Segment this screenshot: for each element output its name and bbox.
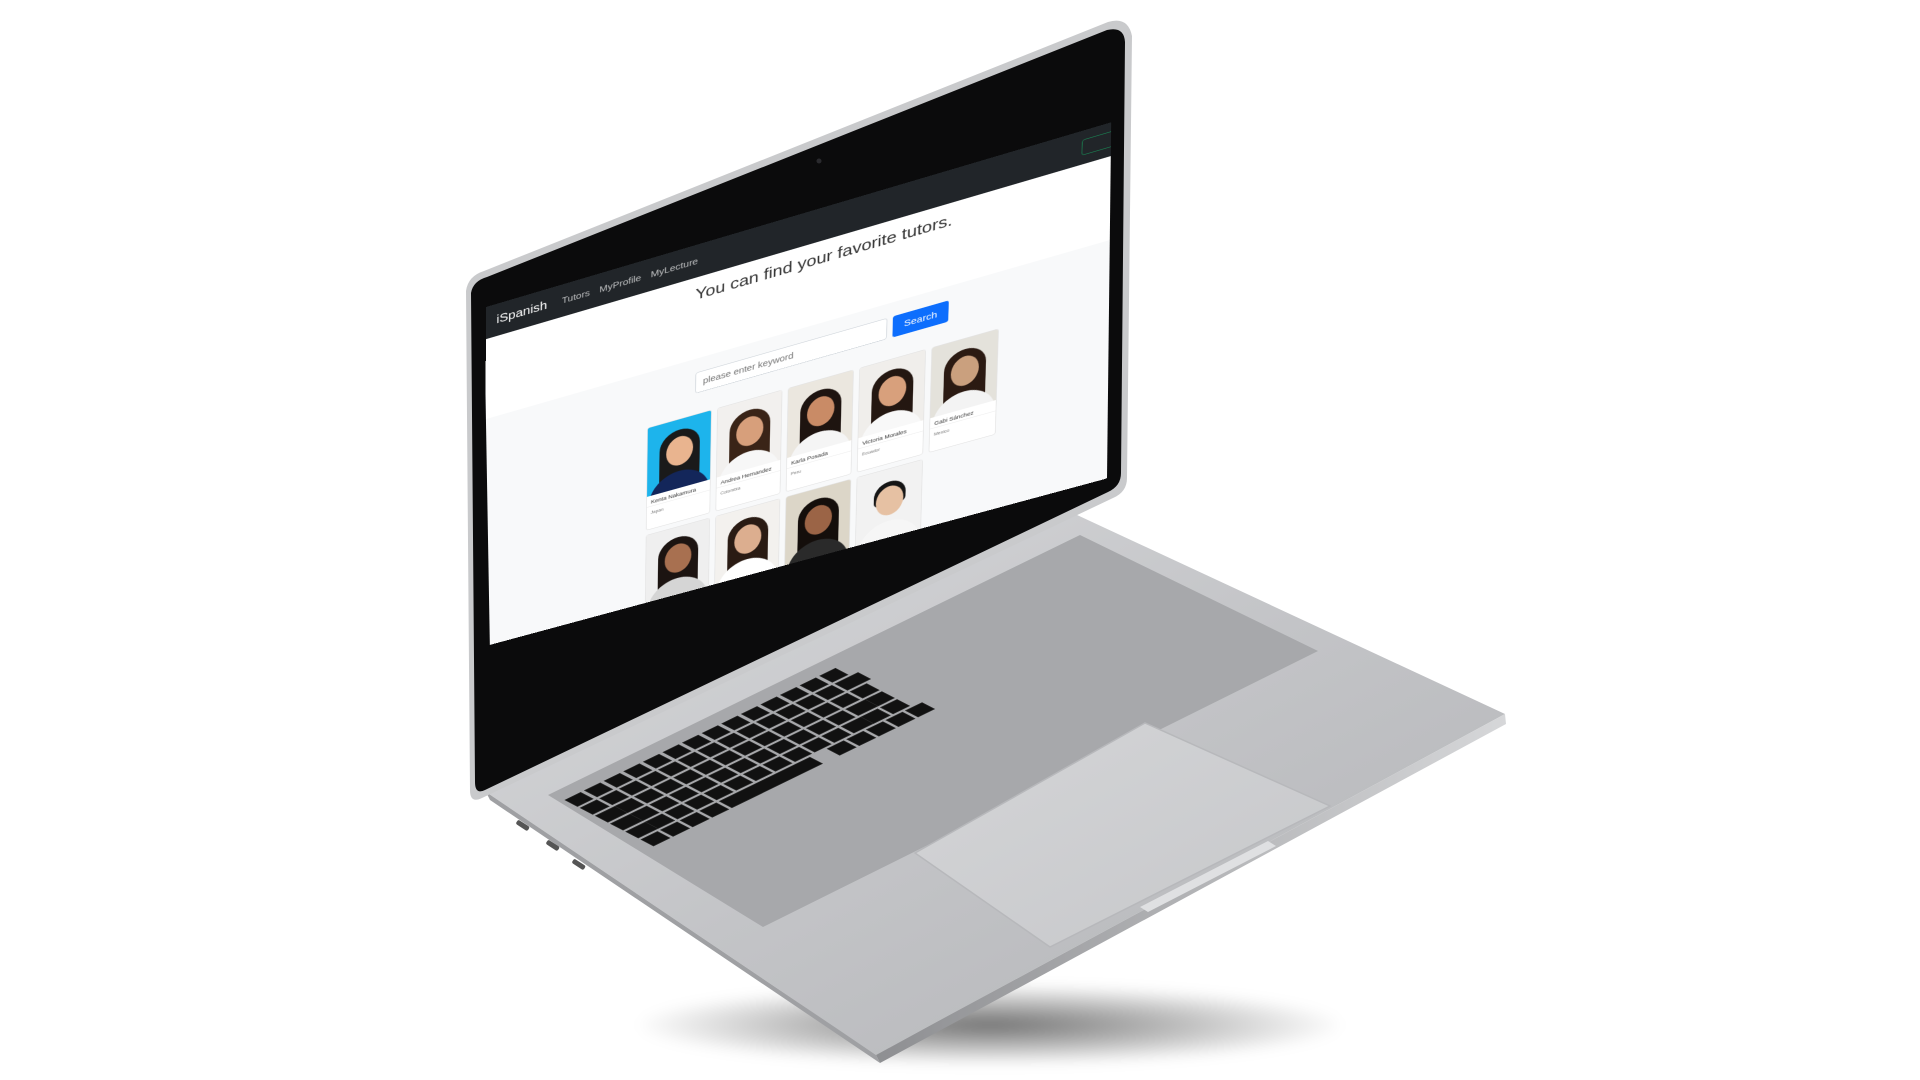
tutor-photo (856, 459, 923, 546)
tutor-photo (646, 518, 710, 604)
tutor-card[interactable]: Lily Soler (714, 498, 781, 618)
nav-link-mylecture[interactable]: MyLecture (651, 256, 699, 280)
tutor-card[interactable]: Andrea Hernandez Colombia (715, 390, 782, 512)
tutor-card[interactable]: Kenta Nakamura Japan (646, 410, 712, 531)
tutor-card[interactable]: Gabi Sánchez Mexico (929, 328, 999, 452)
tutor-card[interactable]: Victoria Morales Ecuador (857, 349, 926, 473)
tutor-card[interactable]: Tommy Paredes (854, 459, 923, 581)
tutor-country (785, 559, 849, 586)
tutor-card[interactable]: Karla Posada Peru (786, 369, 854, 492)
nav-link-myprofile[interactable]: MyProfile (599, 272, 641, 294)
tutor-country (645, 597, 708, 623)
tutor-photo (715, 499, 780, 585)
search-button[interactable]: Search (893, 300, 949, 337)
tutor-country (855, 540, 920, 567)
tutor-card[interactable]: Valeria Bermúdez (645, 518, 710, 637)
tutor-card[interactable]: Luz del Rey (784, 479, 852, 600)
nav-link-tutors[interactable]: Tutors (562, 288, 590, 306)
tutor-photo (785, 479, 851, 566)
tutor-country (715, 578, 778, 605)
